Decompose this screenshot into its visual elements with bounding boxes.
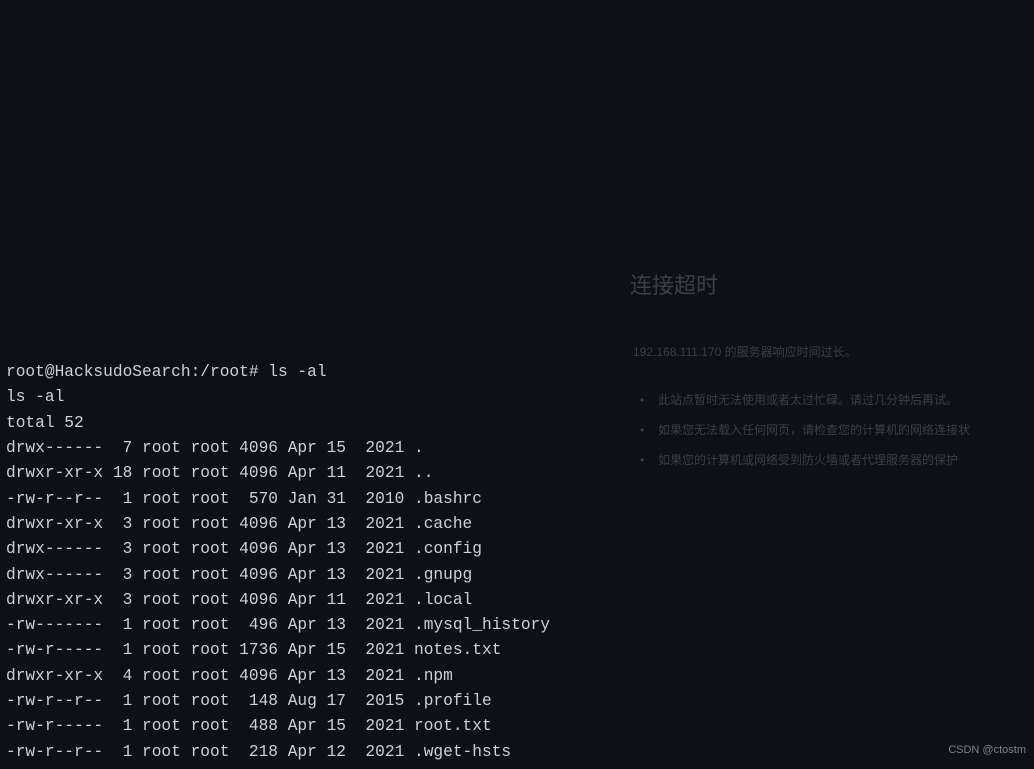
terminal[interactable]: 连接超时 192.168.111.170 的服务器响应时间过长。 • 此站点暂时… bbox=[0, 0, 1034, 769]
bg-error-title: 连接超时 bbox=[630, 273, 718, 298]
watermark: CSDN @ctostm bbox=[948, 738, 1026, 763]
terminal-output: root@HacksudoSearch:/root# ls -al ls -al… bbox=[6, 360, 1028, 769]
